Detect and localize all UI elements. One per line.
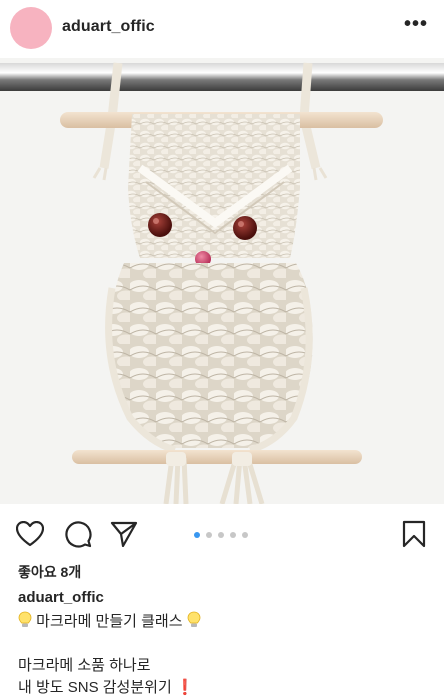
carousel-dot	[242, 532, 248, 538]
carousel-dot	[218, 532, 224, 538]
carousel-indicator	[194, 532, 248, 538]
caption-text-1: 마크라메 만들기 클래스	[36, 613, 183, 630]
post-image[interactable]	[0, 58, 444, 504]
likes-count[interactable]: 좋아요 8개	[18, 562, 81, 582]
caption-text-3: 내 방도 SNS 감성분위기	[18, 679, 172, 696]
carousel-dot	[230, 532, 236, 538]
carousel-dot	[206, 532, 212, 538]
caption-line-3: 내 방도 SNS 감성분위기 ❗	[18, 676, 194, 697]
macrame-owl-photo	[0, 58, 444, 504]
lightbulb-icon	[187, 611, 201, 627]
action-bar	[0, 504, 444, 560]
bookmark-icon[interactable]	[398, 518, 430, 550]
post-header: aduart_offic •••	[0, 0, 444, 56]
carousel-dot-active	[194, 532, 200, 538]
heart-icon[interactable]	[14, 518, 46, 550]
comment-icon[interactable]	[62, 518, 94, 550]
caption-username[interactable]: aduart_offic	[18, 589, 104, 606]
more-options-icon[interactable]: •••	[404, 14, 428, 34]
paper-plane-icon[interactable]	[108, 518, 140, 550]
exclamation-icon: ❗	[175, 679, 195, 696]
lightbulb-icon	[18, 611, 32, 627]
caption-line-2: 마크라메 소품 하나로	[18, 657, 151, 674]
caption-line-1: 마크라메 만들기 클래스	[18, 610, 201, 631]
post-username[interactable]: aduart_offic	[62, 18, 155, 36]
avatar[interactable]	[10, 7, 52, 49]
